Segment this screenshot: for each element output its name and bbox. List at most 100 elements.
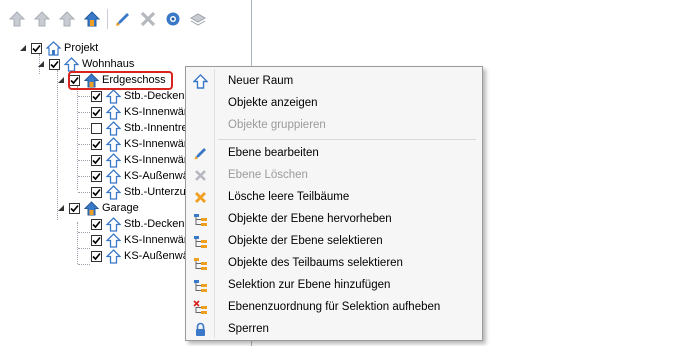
collapse-triangle-icon[interactable] <box>36 60 45 69</box>
lock-icon <box>188 318 212 340</box>
menu-item-zuordnung-aufheben[interactable]: Ebenenzuordnung für Selektion aufheben <box>188 296 480 318</box>
menu-item-label: Objekte gruppieren <box>228 119 326 131</box>
menu-item-label: Objekte der Ebene selektieren <box>228 235 383 247</box>
visibility-checkbox[interactable] <box>91 250 102 262</box>
object-arrow-icon <box>105 232 121 248</box>
settings-eye-icon[interactable] <box>162 8 184 30</box>
tree-node-object[interactable]: KS-Innenwän <box>91 152 190 168</box>
object-arrow-icon <box>105 120 121 136</box>
object-arrow-icon <box>105 136 121 152</box>
house-arrow-icon <box>188 70 212 92</box>
building-arrow-icon <box>63 56 79 72</box>
object-arrow-icon <box>105 88 121 104</box>
menu-item-loesche-leere-teilbaeume[interactable]: Lösche leere Teilbäume <box>188 186 480 208</box>
visibility-checkbox[interactable] <box>69 202 80 214</box>
tree-node-label: KS-Innenwän <box>124 234 191 246</box>
tree-node-label: KS-Außenwär <box>124 250 193 262</box>
visibility-checkbox[interactable] <box>91 106 102 118</box>
object-arrow-icon <box>105 168 121 184</box>
move-up-icon[interactable] <box>31 8 53 30</box>
menu-item-label: Ebenenzuordnung für Selektion aufheben <box>228 301 441 313</box>
tree-node-label: KS-Innenwän <box>124 154 191 166</box>
menu-item-objekte-anzeigen[interactable]: Objekte anzeigen <box>188 92 480 114</box>
visibility-checkbox[interactable] <box>31 42 42 54</box>
menu-item-sperren[interactable]: Sperren <box>188 318 480 340</box>
menu-item-label: Objekte anzeigen <box>228 97 318 109</box>
tree-node-object[interactable]: KS-Innenwän <box>91 136 190 152</box>
collapse-triangle-icon[interactable] <box>56 76 65 85</box>
tree-add-icon <box>188 274 212 296</box>
object-arrow-icon <box>105 248 121 264</box>
visibility-checkbox[interactable] <box>91 154 102 166</box>
tree-node-label: KS-Innenwän <box>124 106 191 118</box>
tree-node-label: Projekt <box>64 42 99 54</box>
tree-node-object[interactable]: KS-Außenwär <box>91 248 192 264</box>
menu-item-label: Sperren <box>228 323 269 335</box>
tree-node-projekt[interactable]: Projekt <box>18 40 98 56</box>
visibility-checkbox[interactable] <box>91 138 102 150</box>
tree-select-icon <box>188 230 212 252</box>
visibility-checkbox[interactable] <box>91 122 102 134</box>
menu-item-ebene-bearbeiten[interactable]: Ebene bearbeiten <box>188 142 480 164</box>
tree-remove-icon <box>188 296 212 318</box>
menu-item-label: Ebene Löschen <box>228 169 308 181</box>
move-up-alt-icon[interactable] <box>56 8 78 30</box>
tree-highlight-icon <box>188 208 212 230</box>
tree-node-wohnhaus[interactable]: Wohnhaus <box>36 56 134 72</box>
tree-node-object[interactable]: KS-Innenwän <box>91 232 190 248</box>
object-arrow-icon <box>105 104 121 120</box>
pen-icon <box>188 142 212 164</box>
object-arrow-icon <box>105 184 121 200</box>
menu-separator <box>218 139 476 140</box>
tree-node-object[interactable]: Stb.-Deckenp <box>91 216 191 232</box>
menu-item-label: Ebene bearbeiten <box>228 147 319 159</box>
layers-stack-icon[interactable] <box>187 8 209 30</box>
visibility-checkbox[interactable] <box>91 218 102 230</box>
layer-up-icon[interactable] <box>6 8 28 30</box>
menu-item-objekte-gruppieren[interactable]: Objekte gruppieren <box>188 114 480 136</box>
home-layer-icon[interactable] <box>81 8 103 30</box>
menu-item-objekte-selektieren[interactable]: Objekte der Ebene selektieren <box>188 230 480 252</box>
visibility-checkbox[interactable] <box>91 186 102 198</box>
object-arrow-icon <box>105 152 121 168</box>
subtree-select-icon <box>188 252 212 274</box>
visibility-checkbox[interactable] <box>91 90 102 102</box>
menu-item-neuer-raum[interactable]: Neuer Raum <box>188 70 480 92</box>
object-arrow-icon <box>105 216 121 232</box>
edit-pen-icon[interactable] <box>112 8 134 30</box>
tree-node-object[interactable]: Stb.-Unterzug <box>91 184 192 200</box>
menu-item-selektion-hinzufuegen[interactable]: Selektion zur Ebene hinzufügen <box>188 274 480 296</box>
tree-node-object[interactable]: Stb.-Innentrep <box>91 120 194 136</box>
menu-item-objekte-hervorheben[interactable]: Objekte der Ebene hervorheben <box>188 208 480 230</box>
visibility-checkbox[interactable] <box>91 170 102 182</box>
delete-x-icon[interactable] <box>137 8 159 30</box>
context-menu: Neuer Raum Objekte anzeigen Objekte grup… <box>185 66 483 341</box>
menu-item-teilbaum-selektieren[interactable]: Objekte des Teilbaums selektieren <box>188 252 480 274</box>
visibility-checkbox[interactable] <box>49 58 60 70</box>
tree-node-garage[interactable]: Garage <box>56 200 139 216</box>
tree-node-object[interactable]: Stb.-Deckenp <box>91 88 191 104</box>
gray-x-icon <box>188 164 212 186</box>
menu-item-label: Objekte des Teilbaums selektieren <box>228 257 403 269</box>
menu-item-label: Selektion zur Ebene hinzufügen <box>228 279 391 291</box>
tree-node-label: Wohnhaus <box>82 58 135 70</box>
menu-item-label: Lösche leere Teilbäume <box>228 191 350 203</box>
orange-x-icon <box>188 186 212 208</box>
tree-node-label: Stb.-Innentrep <box>124 122 194 134</box>
floor-house-icon <box>83 200 99 216</box>
visibility-checkbox[interactable] <box>91 234 102 246</box>
tree-node-object[interactable]: KS-Innenwän <box>91 104 190 120</box>
collapse-triangle-icon[interactable] <box>56 204 65 213</box>
tree-node-label: Stb.-Unterzug <box>124 186 192 198</box>
menu-item-label: Neuer Raum <box>228 75 294 87</box>
tree-node-label: Garage <box>102 202 139 214</box>
collapse-triangle-icon[interactable] <box>18 44 27 53</box>
tree-node-label: Stb.-Deckenp <box>124 90 191 102</box>
tree-node-label: KS-Innenwän <box>124 138 191 150</box>
selection-highlight-frame <box>68 71 173 90</box>
toolbar-separator <box>107 9 108 29</box>
tree-node-object[interactable]: KS-Außenwär <box>91 168 192 184</box>
menu-item-label: Objekte der Ebene hervorheben <box>228 213 392 225</box>
layer-toolbar <box>6 6 212 32</box>
menu-item-ebene-loeschen[interactable]: Ebene Löschen <box>188 164 480 186</box>
